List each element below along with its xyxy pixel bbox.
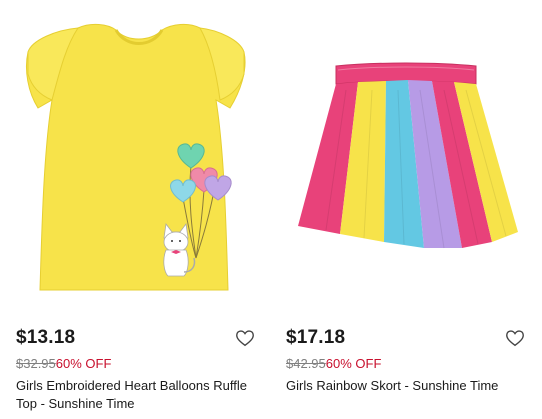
product-title[interactable]: Girls Rainbow Skort - Sunshine Time [286,377,536,395]
discount-badge: 60% OFF [55,356,112,371]
heart-outline-icon[interactable] [234,327,256,349]
price-row: $17.18 [286,327,526,351]
price-comparison: $42.9560% OFF [286,356,381,371]
price-row: $13.18 [16,327,256,351]
yellow-shirt-image[interactable] [16,0,256,300]
discount-badge: 60% OFF [325,356,382,371]
original-price: $42.95 [286,356,326,371]
original-price: $32.95 [16,356,56,371]
rainbow-skort-image[interactable] [286,0,526,300]
product-title[interactable]: Girls Embroidered Heart Balloons Ruffle … [16,377,266,413]
product-card[interactable]: $13.18 $32.9560% OFF Girls Embroidered H… [16,0,272,419]
price-comparison: $32.9560% OFF [16,356,111,371]
sale-price: $17.18 [286,327,346,348]
product-grid: $13.18 $32.9560% OFF Girls Embroidered H… [0,0,542,419]
heart-outline-icon[interactable] [504,327,526,349]
product-card[interactable]: $17.18 $42.9560% OFF Girls Rainbow Skort… [286,0,542,419]
sale-price: $13.18 [16,327,76,348]
